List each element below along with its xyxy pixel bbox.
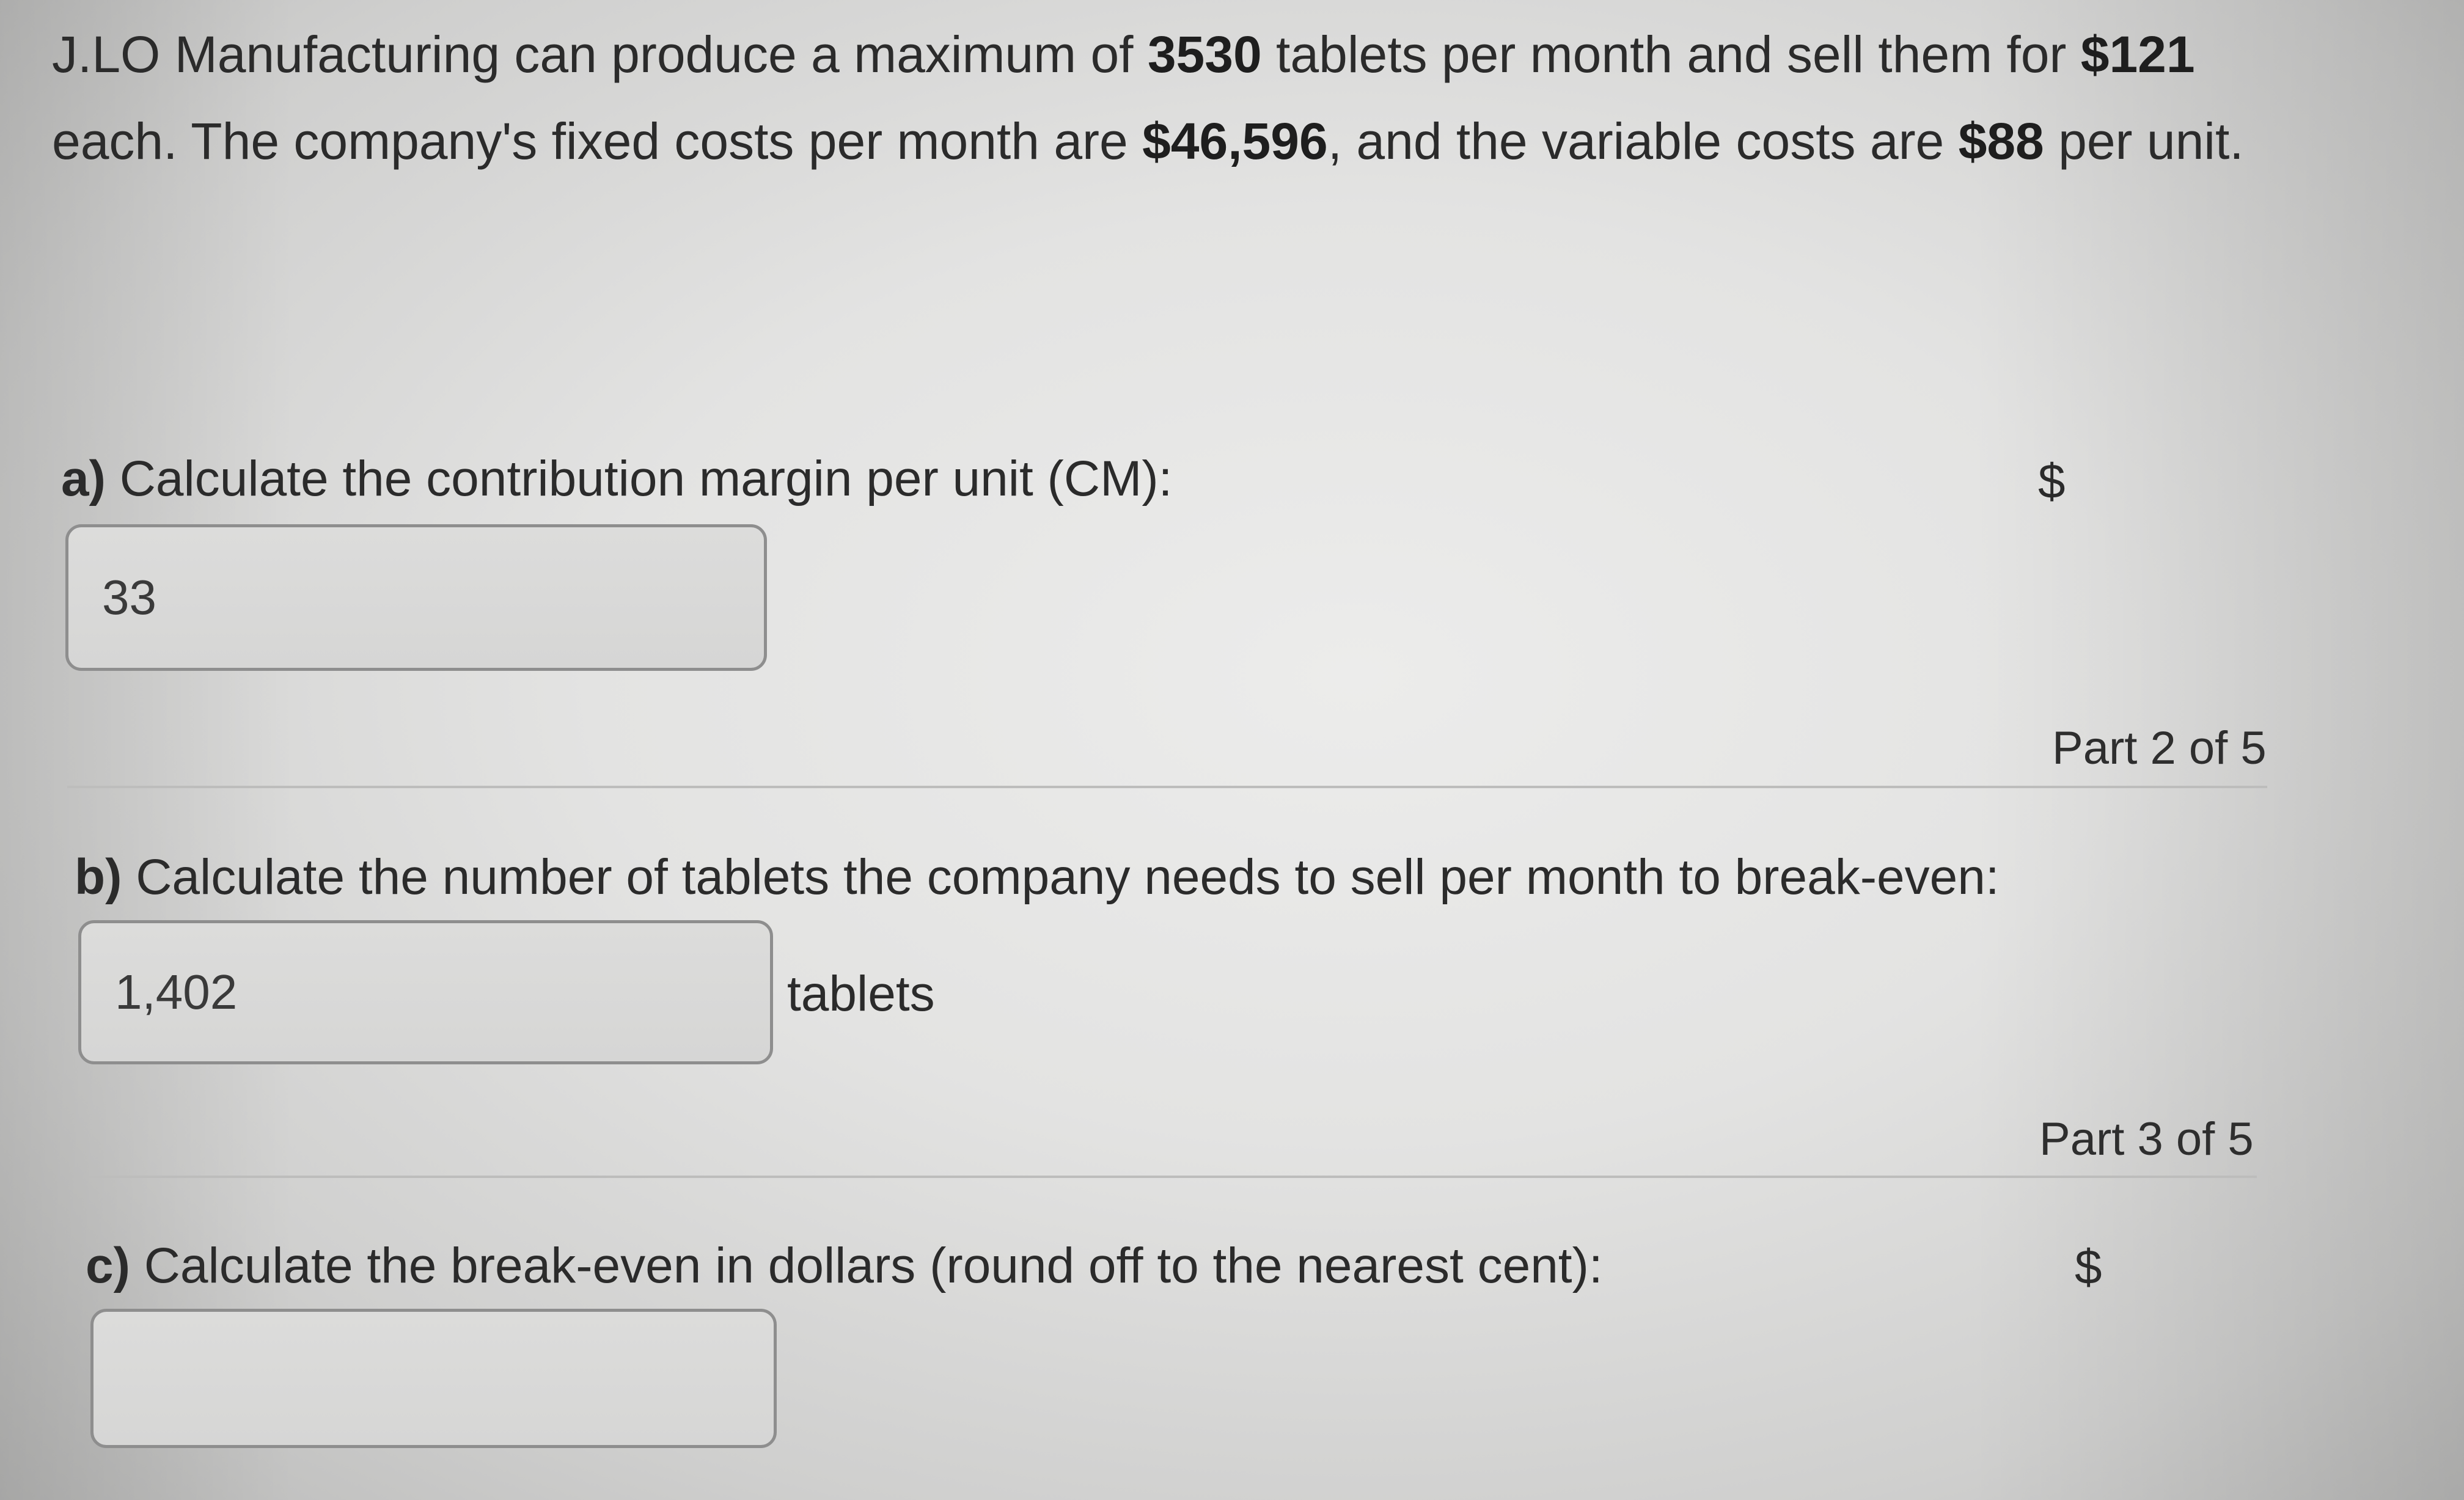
problem-text-3: each. The company's fixed costs per mont… xyxy=(52,112,1143,170)
question-c-text: Calculate the break-even in dollars (rou… xyxy=(130,1238,1603,1293)
part-2-progress-label: Part 2 of 5 xyxy=(2052,722,2267,774)
unit-price-value: $121 xyxy=(2080,26,2195,83)
currency-symbol-a: $ xyxy=(2038,454,2066,508)
answer-input-b[interactable]: 1,402 xyxy=(78,920,773,1064)
max-production-value: 3530 xyxy=(1147,26,1262,83)
answer-input-c[interactable] xyxy=(90,1309,777,1448)
problem-text-2: tablets per month and sell them for xyxy=(1261,26,2081,83)
question-c: c) Calculate the break-even in dollars (… xyxy=(86,1235,1603,1297)
question-a-text: Calculate the contribution margin per un… xyxy=(105,451,1173,507)
question-a: a) Calculate the contribution margin per… xyxy=(61,448,1172,510)
question-b-text: Calculate the number of tablets the comp… xyxy=(122,849,2000,905)
part-3-progress-label: Part 3 of 5 xyxy=(2039,1113,2254,1165)
question-c-prefix: c) xyxy=(86,1238,130,1293)
problem-statement: J.LO Manufacturing can produce a maximum… xyxy=(52,11,2313,185)
answer-input-b-value: 1,402 xyxy=(115,965,238,1019)
currency-symbol-c: $ xyxy=(2075,1240,2102,1294)
question-a-prefix: a) xyxy=(61,451,106,507)
answer-input-a[interactable]: 33 xyxy=(65,524,767,671)
problem-text-4: , and the variable costs are xyxy=(1327,112,1959,170)
answer-b-unit-label: tablets xyxy=(787,966,935,1022)
problem-text-5: per unit. xyxy=(2044,112,2244,170)
variable-costs-value: $88 xyxy=(1958,112,2044,170)
section-divider-1 xyxy=(67,786,2267,788)
answer-input-a-value: 33 xyxy=(102,570,156,624)
question-b-prefix: b) xyxy=(75,849,122,905)
problem-text-1: J.LO Manufacturing can produce a maximum… xyxy=(52,26,1148,83)
fixed-costs-value: $46,596 xyxy=(1142,112,1328,170)
question-b: b) Calculate the number of tablets the c… xyxy=(75,847,2000,908)
section-divider-2 xyxy=(84,1176,2257,1178)
